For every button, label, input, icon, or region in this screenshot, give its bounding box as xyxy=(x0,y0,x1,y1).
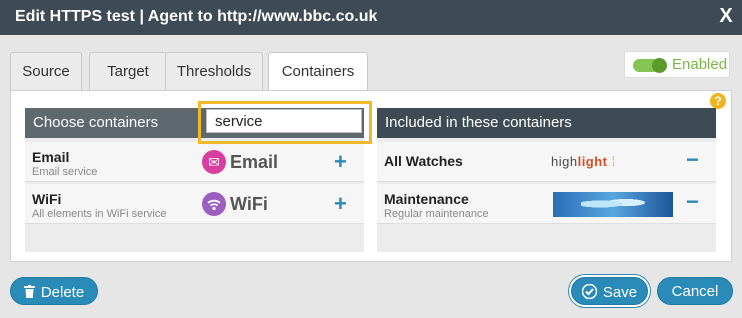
add-email-button[interactable]: + xyxy=(334,151,347,173)
container-name: Email xyxy=(32,149,70,165)
save-button[interactable]: Save xyxy=(571,277,648,305)
container-name: WiFi xyxy=(32,191,62,207)
save-label: Save xyxy=(602,284,638,301)
help-icon[interactable]: ? xyxy=(710,93,726,109)
container-name: Maintenance xyxy=(384,191,469,207)
available-container-row: WiFi All elements in WiFi service WiFi + xyxy=(25,184,364,224)
tab-target[interactable]: Target xyxy=(89,52,167,91)
close-button[interactable]: X xyxy=(710,0,742,35)
remove-all-watches-button[interactable]: − xyxy=(686,149,699,171)
included-container-row: All Watches highlight ⁞ − xyxy=(377,142,716,182)
toggle-track xyxy=(633,58,667,73)
container-description: Regular maintenance xyxy=(384,208,489,220)
trash-icon xyxy=(23,278,35,306)
check-icon xyxy=(581,278,598,306)
toggle-knob xyxy=(652,58,667,73)
container-description: Email service xyxy=(32,166,98,178)
highlight-logo: highlight ⁞ xyxy=(551,154,616,169)
available-container-row: Email Email service ✉ Email + xyxy=(25,142,364,182)
add-wifi-button[interactable]: + xyxy=(334,193,347,215)
included-container-row: Maintenance Regular maintenance − xyxy=(377,184,716,224)
container-search-input[interactable] xyxy=(206,109,362,133)
dialog-title: Edit HTTPS test | Agent to http://www.bb… xyxy=(15,8,378,25)
enabled-toggle[interactable]: Enabled xyxy=(624,51,730,78)
cancel-button[interactable]: Cancel xyxy=(657,277,733,305)
delete-label: Delete xyxy=(40,284,85,301)
container-name: All Watches xyxy=(384,153,463,169)
envelope-icon: ✉ xyxy=(202,150,226,174)
included-containers-header: Included in these containers xyxy=(377,108,716,138)
enabled-label: Enabled xyxy=(672,56,728,73)
dialog-titlebar: Edit HTTPS test | Agent to http://www.bb… xyxy=(0,0,742,35)
tab-source[interactable]: Source xyxy=(10,52,82,91)
maintenance-world-map-image xyxy=(553,192,673,217)
wifi-logo-text: WiFi xyxy=(230,194,268,214)
included-containers-column: Included in these containers All Watches… xyxy=(377,108,716,252)
search-highlight xyxy=(198,101,372,144)
delete-button[interactable]: Delete xyxy=(10,277,98,305)
tab-thresholds[interactable]: Thresholds xyxy=(165,52,263,91)
email-logo-text: Email xyxy=(230,152,279,172)
wifi-icon xyxy=(202,192,226,216)
remove-maintenance-button[interactable]: − xyxy=(686,191,699,213)
tab-containers[interactable]: Containers xyxy=(268,52,368,92)
container-description: All elements in WiFi service xyxy=(32,208,167,220)
